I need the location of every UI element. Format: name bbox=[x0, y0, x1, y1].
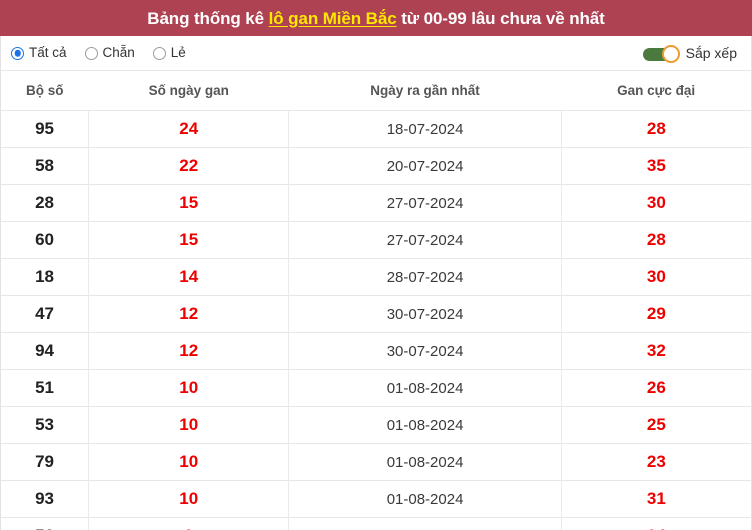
table-row[interactable]: 94 12 30-07-2024 32 bbox=[0, 332, 752, 370]
cell-gan-cuc-dai: 31 bbox=[561, 480, 752, 518]
cell-bo-so: 93 bbox=[0, 480, 90, 518]
cell-ngay-ra-gan-nhat: 30-07-2024 bbox=[288, 332, 562, 370]
cell-so-ngay-gan: 10 bbox=[88, 406, 290, 444]
table-row[interactable]: 18 14 28-07-2024 30 bbox=[0, 258, 752, 296]
sort-toggle-control[interactable]: Sắp xếp bbox=[642, 44, 737, 63]
column-header-ngay-ra-gan-nhat[interactable]: Ngày ra gần nhất bbox=[288, 70, 562, 111]
cell-bo-so: 56 bbox=[0, 517, 90, 530]
radio-label-tat-ca: Tất cả bbox=[29, 45, 67, 61]
page-title-bar: Bảng thống kê lô gan Miền Bắc từ 00-99 l… bbox=[0, 0, 752, 36]
radio-label-le: Lẻ bbox=[170, 45, 186, 61]
cell-gan-cuc-dai: 32 bbox=[561, 332, 752, 370]
filter-radio-group: Tất cả Chẵn Lẻ bbox=[11, 46, 186, 60]
cell-ngay-ra-gan-nhat: 02-08-2024 bbox=[288, 517, 562, 530]
radio-option-le[interactable]: Lẻ bbox=[152, 45, 186, 61]
cell-bo-so: 18 bbox=[0, 258, 90, 296]
cell-ngay-ra-gan-nhat: 27-07-2024 bbox=[288, 221, 562, 259]
lo-gan-table: Bộ số Số ngày gan Ngày ra gần nhất Gan c… bbox=[0, 70, 752, 530]
table-row[interactable]: 60 15 27-07-2024 28 bbox=[0, 221, 752, 259]
cell-gan-cuc-dai: 23 bbox=[561, 443, 752, 481]
cell-bo-so: 60 bbox=[0, 221, 90, 259]
cell-gan-cuc-dai: 35 bbox=[561, 147, 752, 185]
cell-ngay-ra-gan-nhat: 01-08-2024 bbox=[288, 443, 562, 481]
table-row[interactable]: 53 10 01-08-2024 25 bbox=[0, 406, 752, 444]
radio-option-tat-ca[interactable]: Tất cả bbox=[11, 46, 67, 60]
column-header-bo-so[interactable]: Bộ số bbox=[0, 70, 89, 111]
cell-bo-so: 95 bbox=[0, 110, 90, 148]
cell-so-ngay-gan: 24 bbox=[88, 110, 290, 148]
table-row[interactable]: 47 12 30-07-2024 29 bbox=[0, 295, 752, 333]
cell-ngay-ra-gan-nhat: 30-07-2024 bbox=[288, 295, 562, 333]
cell-gan-cuc-dai: 30 bbox=[561, 184, 752, 222]
cell-gan-cuc-dai: 24 bbox=[561, 517, 752, 530]
cell-bo-so: 79 bbox=[0, 443, 90, 481]
table-row[interactable]: 51 10 01-08-2024 26 bbox=[0, 369, 752, 407]
radio-icon-le[interactable] bbox=[152, 46, 166, 60]
column-header-gan-cuc-dai[interactable]: Gan cực đại bbox=[561, 70, 752, 111]
cell-ngay-ra-gan-nhat: 20-07-2024 bbox=[288, 147, 562, 185]
toggle-knob[interactable] bbox=[661, 44, 680, 63]
cell-so-ngay-gan: 15 bbox=[88, 184, 290, 222]
table-row[interactable]: 56902-08-202424 bbox=[0, 517, 752, 530]
filter-controls-bar: Tất cả Chẵn Lẻ Sắp xếp bbox=[0, 36, 752, 70]
radio-icon-tat-ca[interactable] bbox=[11, 46, 24, 60]
cell-bo-so: 94 bbox=[0, 332, 90, 370]
cell-so-ngay-gan: 10 bbox=[88, 369, 290, 407]
cell-gan-cuc-dai: 30 bbox=[561, 258, 752, 296]
sort-toggle-switch[interactable] bbox=[642, 44, 680, 63]
cell-ngay-ra-gan-nhat: 18-07-2024 bbox=[288, 110, 562, 148]
table-row[interactable]: 95 24 18-07-2024 28 bbox=[0, 110, 752, 148]
cell-bo-so: 47 bbox=[0, 295, 90, 333]
cell-so-ngay-gan: 14 bbox=[88, 258, 290, 296]
table-header-row: Bộ số Số ngày gan Ngày ra gần nhất Gan c… bbox=[0, 70, 752, 111]
radio-option-chan[interactable]: Chẵn bbox=[84, 45, 135, 61]
lo-gan-statistics-page: Bảng thống kê lô gan Miền Bắc từ 00-99 l… bbox=[0, 0, 752, 530]
cell-bo-so: 58 bbox=[0, 147, 90, 185]
cell-so-ngay-gan: 22 bbox=[88, 147, 290, 185]
column-header-so-ngay-gan[interactable]: Số ngày gan bbox=[88, 70, 289, 111]
page-title-prefix: Bảng thống kê bbox=[147, 8, 269, 28]
cell-ngay-ra-gan-nhat: 01-08-2024 bbox=[288, 480, 562, 518]
page-title-suffix: từ 00-99 lâu chưa về nhất bbox=[396, 8, 605, 28]
radio-icon-chan[interactable] bbox=[84, 46, 98, 60]
cell-gan-cuc-dai: 28 bbox=[561, 110, 752, 148]
cell-so-ngay-gan: 12 bbox=[88, 295, 290, 333]
cell-gan-cuc-dai: 29 bbox=[561, 295, 752, 333]
page-title-link[interactable]: lô gan Miền Bắc bbox=[269, 9, 397, 28]
cell-bo-so: 53 bbox=[0, 406, 90, 444]
cell-so-ngay-gan: 15 bbox=[88, 221, 290, 259]
table-body: 95 24 18-07-2024 28 58 22 20-07-2024 35 28 15 27-0… bbox=[0, 110, 752, 530]
cell-so-ngay-gan: 10 bbox=[88, 480, 290, 518]
cell-bo-so: 28 bbox=[0, 184, 90, 222]
cell-so-ngay-gan: 10 bbox=[88, 443, 290, 481]
cell-ngay-ra-gan-nhat: 28-07-2024 bbox=[288, 258, 562, 296]
cell-ngay-ra-gan-nhat: 01-08-2024 bbox=[288, 406, 562, 444]
table-row[interactable]: 58 22 20-07-2024 35 bbox=[0, 147, 752, 185]
cell-gan-cuc-dai: 26 bbox=[561, 369, 752, 407]
cell-gan-cuc-dai: 25 bbox=[561, 406, 752, 444]
table-row[interactable]: 93 10 01-08-2024 31 bbox=[0, 480, 752, 518]
radio-label-chan: Chẵn bbox=[102, 45, 135, 61]
cell-ngay-ra-gan-nhat: 01-08-2024 bbox=[288, 369, 562, 407]
page-title: Bảng thống kê lô gan Miền Bắc từ 00-99 l… bbox=[147, 8, 605, 28]
table-row[interactable]: 79 10 01-08-2024 23 bbox=[0, 443, 752, 481]
cell-gan-cuc-dai: 28 bbox=[561, 221, 752, 259]
table-header: Bộ số Số ngày gan Ngày ra gần nhất Gan c… bbox=[0, 70, 752, 111]
table-row[interactable]: 28 15 27-07-2024 30 bbox=[0, 184, 752, 222]
cell-ngay-ra-gan-nhat: 27-07-2024 bbox=[288, 184, 562, 222]
cell-bo-so: 51 bbox=[0, 369, 90, 407]
cell-so-ngay-gan: 9 bbox=[88, 517, 290, 530]
cell-so-ngay-gan: 12 bbox=[88, 332, 290, 370]
sort-toggle-label: Sắp xếp bbox=[685, 45, 737, 61]
